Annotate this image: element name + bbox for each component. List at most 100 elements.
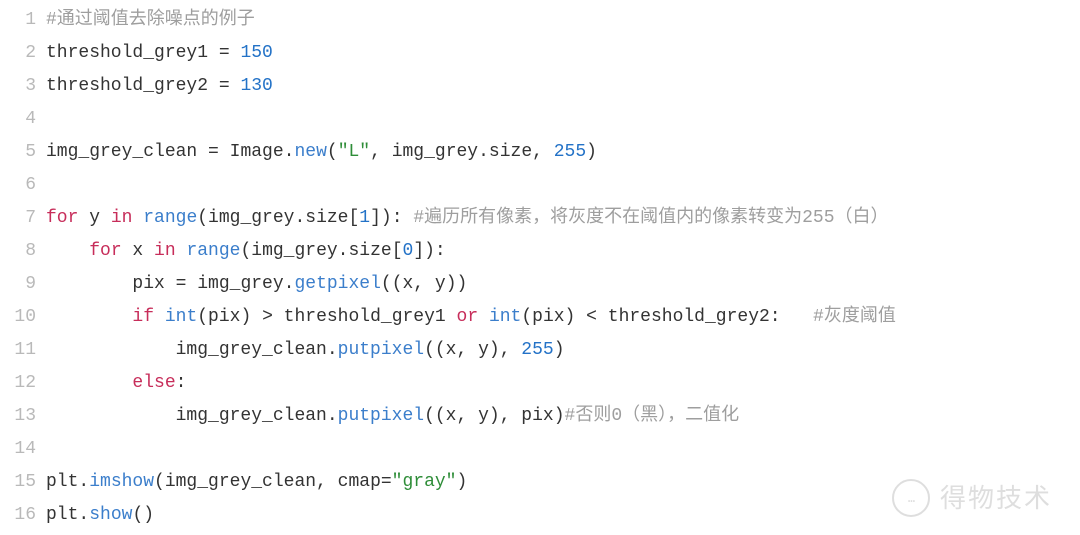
code-token: ]): [370,208,413,228]
code-token: 150 [240,43,272,63]
code-line: threshold_grey1 = 150 [46,37,1080,70]
code-line: threshold_grey2 = 130 [46,70,1080,103]
line-number: 1 [0,4,36,37]
code-token [46,241,89,261]
code-token: ) [586,142,597,162]
code-token [46,307,132,327]
code-token: (pix) [521,307,586,327]
code-token: > [262,307,273,327]
code-token: ]): [413,241,445,261]
code-token: else [132,373,175,393]
code-token: int [165,307,197,327]
code-token: for [46,208,78,228]
line-number: 15 [0,466,36,499]
code-token: putpixel [338,406,424,426]
line-number: 10 [0,301,36,334]
code-token: = [208,142,219,162]
line-number-gutter: 12345678910111213141516 [0,4,46,535]
code-token [230,76,241,96]
code-token: #灰度阈值 [813,307,896,327]
code-token: threshold_grey2: [597,307,813,327]
code-token: imshow [89,472,154,492]
code-token: : [176,373,187,393]
code-token: y [78,208,110,228]
code-token: in [154,241,176,261]
code-token: ((x, y), pix) [424,406,564,426]
code-line: img_grey_clean.putpixel((x, y), 255) [46,334,1080,367]
line-number: 11 [0,334,36,367]
line-number: 13 [0,400,36,433]
code-token: #通过阈值去除噪点的例子 [46,10,255,30]
code-token: plt. [46,505,89,525]
code-token: 0 [403,241,414,261]
line-number: 6 [0,169,36,202]
line-number: 8 [0,235,36,268]
code-token: < [586,307,597,327]
code-token: () [132,505,154,525]
code-token: ((x, y)) [381,274,467,294]
code-token: plt. [46,472,89,492]
code-token [132,208,143,228]
line-number: 2 [0,37,36,70]
code-token: new [294,142,326,162]
code-token: getpixel [294,274,380,294]
code-token: (img_grey.size[ [197,208,359,228]
code-token: threshold_grey2 [46,76,219,96]
code-line: for y in range(img_grey.size[1]): #遍历所有像… [46,202,1080,235]
code-line [46,103,1080,136]
code-token: "L" [338,142,370,162]
code-token: (img_grey_clean, cmap= [154,472,392,492]
wechat-icon: … [892,479,930,517]
code-token: 255 [521,340,553,360]
code-line: for x in range(img_grey.size[0]): [46,235,1080,268]
code-token: , img_grey.size, [370,142,554,162]
line-number: 5 [0,136,36,169]
code-block: 12345678910111213141516 #通过阈值去除噪点的例子thre… [0,0,1080,535]
code-token [230,43,241,63]
code-token: x [122,241,154,261]
code-token: range [143,208,197,228]
code-token: #否则0（黑），二值化 [565,406,740,426]
code-token: range [186,241,240,261]
code-token: 130 [240,76,272,96]
line-number: 7 [0,202,36,235]
code-token: ( [327,142,338,162]
code-content: #通过阈值去除噪点的例子threshold_grey1 = 150thresho… [46,4,1080,535]
code-line [46,433,1080,466]
line-number: 12 [0,367,36,400]
line-number: 9 [0,268,36,301]
code-token: 1 [359,208,370,228]
watermark-text: 得物技术 [940,482,1052,515]
code-token: threshold_grey1 [46,43,219,63]
code-token [46,373,132,393]
code-token: 255 [554,142,586,162]
line-number: 4 [0,103,36,136]
code-line: if int(pix) > threshold_grey1 or int(pix… [46,301,1080,334]
code-token: ((x, y), [424,340,521,360]
code-token: = [219,76,230,96]
code-token: Image. [219,142,295,162]
code-token: for [89,241,121,261]
code-token [478,307,489,327]
code-token: in [111,208,133,228]
code-line: pix = img_grey.getpixel((x, y)) [46,268,1080,301]
line-number: 16 [0,499,36,532]
code-token [176,241,187,261]
code-line [46,169,1080,202]
code-token: threshold_grey1 [273,307,457,327]
code-token: (pix) [197,307,262,327]
line-number: 14 [0,433,36,466]
code-token: int [489,307,521,327]
code-token: = [176,274,187,294]
code-token: pix [46,274,176,294]
code-token: putpixel [338,340,424,360]
line-number: 3 [0,70,36,103]
code-token: (img_grey.size[ [240,241,402,261]
code-token: "gray" [392,472,457,492]
code-token: img_grey_clean. [46,406,338,426]
code-line: #通过阈值去除噪点的例子 [46,4,1080,37]
code-line: img_grey_clean.putpixel((x, y), pix)#否则0… [46,400,1080,433]
code-line: img_grey_clean = Image.new("L", img_grey… [46,136,1080,169]
code-token: img_grey_clean [46,142,208,162]
code-line: else: [46,367,1080,400]
